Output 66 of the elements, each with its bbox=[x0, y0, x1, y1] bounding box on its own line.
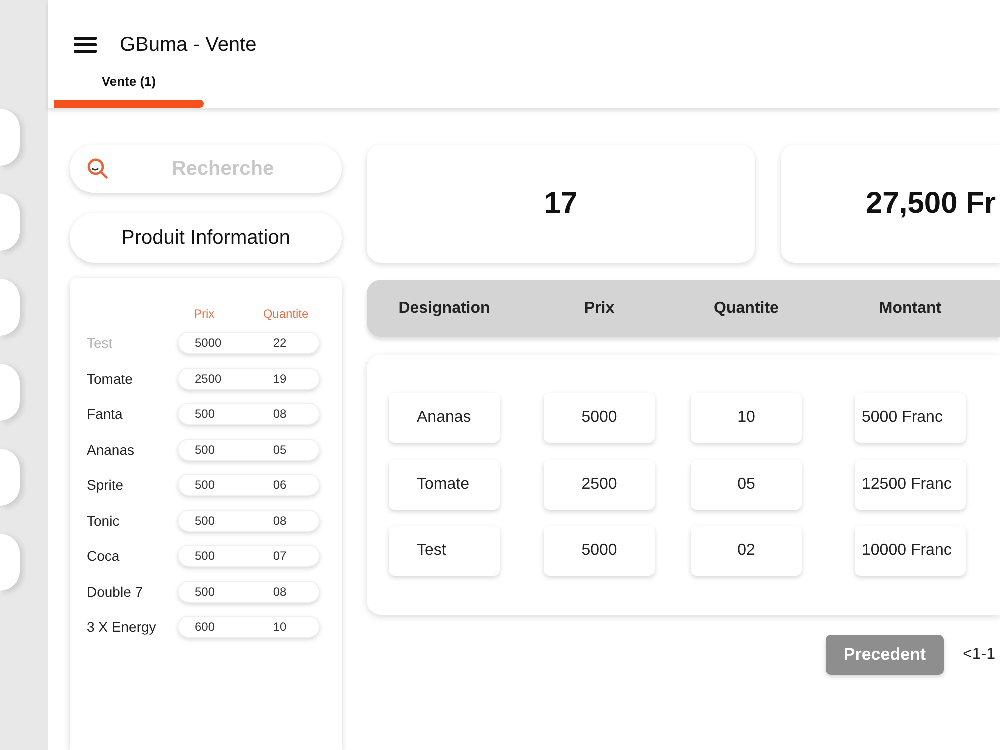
table-cell: 5000 Franc bbox=[855, 393, 966, 443]
product-price: 500 bbox=[195, 442, 216, 456]
product-price: 5000 bbox=[195, 336, 222, 350]
page-range: <1-1 bbox=[963, 646, 996, 664]
product-price: 2500 bbox=[195, 372, 222, 386]
product-price: 500 bbox=[195, 478, 216, 492]
column-header: Montant bbox=[879, 300, 942, 318]
product-quantity: 08 bbox=[273, 584, 287, 598]
product-name[interactable]: Double 7 bbox=[87, 584, 144, 600]
product-price: 500 bbox=[195, 407, 216, 421]
table-cell: 2500 bbox=[544, 460, 655, 510]
product-name[interactable]: Tonic bbox=[87, 512, 120, 528]
stat-value: 17 bbox=[544, 187, 578, 221]
side-nav-button[interactable] bbox=[0, 194, 20, 251]
price-quantity-bar[interactable]: 500 05 bbox=[178, 438, 320, 460]
side-nav-button[interactable] bbox=[0, 449, 20, 506]
price-quantity-bar[interactable]: 500 08 bbox=[178, 580, 320, 602]
product-name[interactable]: 3 X Energy bbox=[87, 619, 156, 635]
product-name[interactable]: Ananas bbox=[87, 442, 134, 458]
product-quantity: 19 bbox=[273, 372, 287, 386]
table-cell: 05 bbox=[691, 460, 802, 510]
table-cell: Ananas bbox=[389, 393, 500, 443]
product-price: 500 bbox=[195, 549, 216, 563]
app-title: GBuma - Vente bbox=[120, 34, 257, 56]
table-cell: 5000 bbox=[544, 526, 655, 576]
product-name[interactable]: Fanta bbox=[87, 406, 123, 422]
product-name[interactable]: Sprite bbox=[87, 477, 124, 493]
column-header: Quantite bbox=[714, 300, 779, 318]
table-cell: Tomate bbox=[389, 460, 500, 510]
column-header: Prix bbox=[194, 306, 215, 322]
side-nav-button[interactable] bbox=[0, 279, 20, 336]
product-quantity: 08 bbox=[273, 407, 287, 421]
side-nav-button[interactable] bbox=[0, 534, 20, 591]
price-quantity-bar[interactable]: 500 06 bbox=[178, 474, 320, 496]
price-quantity-bar[interactable]: 500 08 bbox=[178, 403, 320, 425]
product-quantity: 08 bbox=[273, 514, 287, 528]
table-cell: 10 bbox=[691, 393, 802, 443]
product-quantity: 07 bbox=[273, 549, 287, 563]
product-name[interactable]: Coca bbox=[87, 548, 120, 564]
search-icon bbox=[87, 158, 108, 179]
table-cell: 12500 Franc bbox=[855, 460, 966, 510]
table-cell: 02 bbox=[691, 526, 802, 576]
side-nav-button[interactable] bbox=[0, 364, 20, 421]
column-header: Prix bbox=[584, 300, 615, 318]
stat-value: 27,500 Fr bbox=[866, 187, 996, 221]
column-header: Designation bbox=[398, 300, 490, 318]
side-nav-button[interactable] bbox=[0, 109, 20, 166]
product-quantity: 22 bbox=[273, 336, 287, 350]
product-price: 500 bbox=[195, 584, 216, 598]
product-name[interactable]: Tomate bbox=[87, 370, 133, 386]
product-price: 500 bbox=[195, 514, 216, 528]
product-quantity: 10 bbox=[273, 620, 287, 634]
price-quantity-bar[interactable]: 600 10 bbox=[178, 616, 320, 638]
price-quantity-bar[interactable]: 500 07 bbox=[178, 545, 320, 567]
menu-icon[interactable] bbox=[74, 37, 97, 53]
table-cell: 10000 Franc bbox=[855, 526, 966, 576]
price-quantity-bar[interactable]: 2500 19 bbox=[178, 368, 320, 390]
table-cell: Test bbox=[389, 526, 500, 576]
product-price: 600 bbox=[195, 620, 216, 634]
product-quantity: 05 bbox=[273, 442, 287, 456]
product-quantity: 06 bbox=[273, 478, 287, 492]
product-info-button[interactable]: Produit Information bbox=[70, 213, 342, 263]
price-quantity-bar[interactable]: 500 08 bbox=[178, 510, 320, 532]
tab[interactable]: Vente (1) bbox=[48, 70, 210, 109]
column-header: Quantite bbox=[263, 306, 309, 322]
table-cell: 5000 bbox=[544, 393, 655, 443]
